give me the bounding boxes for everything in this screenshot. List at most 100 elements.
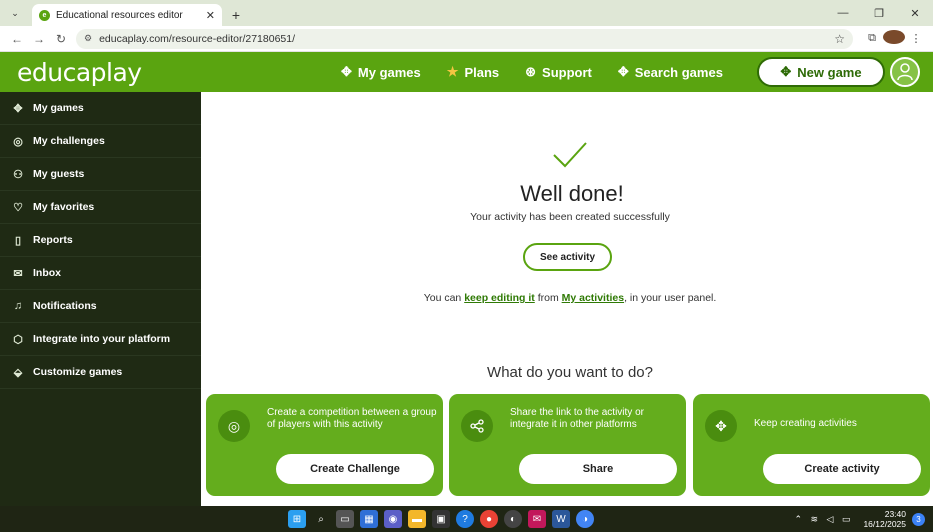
nav-plans[interactable]: ★ Plans (447, 64, 499, 80)
help-icon[interactable]: ? (456, 510, 474, 528)
forward-icon[interactable]: → (28, 32, 50, 46)
os-taskbar: ⊞ ⌕ ▭ ▦ ◉ ▬ ▣ ? ● ◐ ✉ W ◑ ⌃ ≋ ◁ ▭ 23:40 … (0, 506, 933, 532)
bookmark-star-icon[interactable]: ☆ (834, 32, 845, 46)
sidebar-item-label: My challenges (33, 135, 105, 147)
url-field[interactable]: ⚙ educaplay.com/resource-editor/27180651… (76, 28, 853, 49)
minimize-icon[interactable]: — (825, 0, 861, 26)
time: 23:40 (884, 509, 906, 519)
people-icon: ⚇ (13, 168, 23, 181)
challenge-card: ◎ Create a competition between a group o… (206, 394, 443, 496)
windows-start-icon[interactable]: ⊞ (288, 510, 306, 528)
sidebar-item-integrate[interactable]: ⬡ Integrate into your platform (0, 323, 201, 356)
nav-support[interactable]: ⊛ Support (525, 64, 592, 80)
user-icon (897, 63, 913, 81)
heart-icon: ♡ (13, 201, 23, 214)
next-steps-heading: What do you want to do? (487, 364, 653, 381)
mail-app-icon[interactable]: ✉ (528, 510, 546, 528)
system-tray: ⌃ ≋ ◁ ▭ 23:40 16/12/2025 3 (794, 509, 925, 529)
nav-my-games[interactable]: ✥ My games (341, 64, 421, 80)
nav-label: Search games (634, 64, 723, 80)
educaplay-favicon-icon: e (39, 9, 50, 21)
sidebar-item-my-challenges[interactable]: ◎ My challenges (0, 125, 201, 158)
browser-tabbar: ⌄ e Educational resources editor ✕ + — ❐… (0, 0, 933, 26)
paint-bucket-icon: ⬙ (13, 366, 23, 379)
browser-tab[interactable]: e Educational resources editor ✕ (32, 4, 222, 26)
browser-app-icon[interactable]: ◑ (576, 510, 594, 528)
sidebar-item-label: My games (33, 102, 84, 114)
site-info-icon[interactable]: ⚙ (84, 33, 92, 44)
url-text: educaplay.com/resource-editor/27180651/ (99, 32, 296, 45)
tray-icons[interactable]: ⌃ ≋ ◁ ▭ (794, 514, 853, 525)
edit-prefix: You can (423, 292, 465, 304)
create-activity-card: ✥ Keep creating activities Create activi… (693, 394, 930, 496)
browser-menu-icon[interactable]: ⋮ (905, 32, 927, 45)
nav-search-games[interactable]: ✥ Search games (618, 64, 723, 80)
profile-icon[interactable] (883, 30, 905, 47)
window-close-icon[interactable]: ✕ (897, 0, 933, 26)
card-text: Create a competition between a group of … (267, 407, 437, 430)
sidebar-item-reports[interactable]: ▯ Reports (0, 224, 201, 257)
back-icon[interactable]: ← (6, 32, 28, 46)
sidebar-item-label: Reports (33, 234, 73, 246)
sidebar-item-label: Inbox (33, 267, 61, 279)
extensions-icon[interactable]: ⧉ (861, 32, 883, 45)
widgets-icon[interactable]: ▦ (360, 510, 378, 528)
success-title: Well done! (520, 181, 624, 206)
bell-icon: ♫ (13, 300, 23, 312)
clock[interactable]: 23:40 16/12/2025 (863, 509, 906, 529)
chrome-icon[interactable]: ● (480, 510, 498, 528)
date: 16/12/2025 (863, 519, 906, 529)
tab-close-icon[interactable]: ✕ (206, 9, 215, 22)
lifebuoy-icon: ⊛ (525, 64, 537, 79)
search-icon[interactable]: ⌕ (312, 510, 330, 528)
sidebar-item-my-favorites[interactable]: ♡ My favorites (0, 191, 201, 224)
sidebar-item-notifications[interactable]: ♫ Notifications (0, 290, 201, 323)
edit-middle: from (534, 292, 562, 304)
user-avatar[interactable] (890, 57, 920, 87)
puzzle-icon: ✥ (13, 102, 23, 115)
sidebar-item-label: Integrate into your platform (33, 333, 171, 345)
restore-icon[interactable]: ❐ (861, 0, 897, 26)
tab-search-icon[interactable]: ⌄ (6, 4, 24, 22)
window-controls: — ❐ ✕ (825, 0, 933, 26)
target-icon: ◎ (218, 410, 250, 442)
my-activities-link[interactable]: My activities (562, 292, 624, 304)
share-button[interactable]: Share (519, 454, 677, 484)
card-text: Share the link to the activity or integr… (510, 407, 644, 430)
create-challenge-button[interactable]: Create Challenge (276, 454, 434, 484)
task-view-icon[interactable]: ▭ (336, 510, 354, 528)
puzzle-icon: ✥ (341, 64, 352, 79)
notification-badge[interactable]: 3 (912, 512, 925, 526)
sidebar-item-inbox[interactable]: ✉ Inbox (0, 257, 201, 290)
educaplay-logo[interactable]: educaplay (17, 58, 142, 87)
puzzle-plus-icon: ✥ (780, 64, 792, 79)
card-text: Keep creating activities (754, 418, 857, 429)
store-icon[interactable]: ▣ (432, 510, 450, 528)
app-icon[interactable]: ◐ (504, 510, 522, 528)
puzzle-icon: ✥ (705, 410, 737, 442)
sidebar-item-customize-games[interactable]: ⬙ Customize games (0, 356, 201, 389)
new-game-button[interactable]: ✥ New game (757, 57, 885, 87)
file-explorer-icon[interactable]: ▬ (408, 510, 426, 528)
teams-icon[interactable]: ◉ (384, 510, 402, 528)
keep-editing-link[interactable]: keep editing it (464, 292, 535, 304)
new-game-label: New game (797, 64, 862, 80)
new-tab-button[interactable]: + (226, 4, 246, 26)
nav-label: My games (357, 64, 421, 80)
see-activity-button[interactable]: See activity (523, 243, 612, 271)
sidebar-item-my-games[interactable]: ✥ My games (0, 92, 201, 125)
success-subtitle: Your activity has been created successfu… (470, 211, 670, 223)
target-icon: ◎ (13, 135, 23, 148)
sidebar-item-my-guests[interactable]: ⚇ My guests (0, 158, 201, 191)
clipboard-icon: ▯ (14, 234, 22, 247)
create-activity-button[interactable]: Create activity (763, 454, 921, 484)
share-icon (461, 410, 493, 442)
nav-label: Support (542, 64, 592, 80)
share-card: Share the link to the activity or integr… (449, 394, 686, 496)
sidebar: ✥ My games ◎ My challenges ⚇ My guests ♡… (0, 92, 201, 506)
sidebar-item-label: My favorites (33, 201, 95, 213)
word-icon[interactable]: W (552, 510, 570, 528)
top-nav: ✥ My games ★ Plans ⊛ Support ✥ Search ga… (341, 52, 749, 92)
reload-icon[interactable]: ↻ (50, 32, 72, 46)
sidebar-item-label: Notifications (33, 300, 97, 312)
